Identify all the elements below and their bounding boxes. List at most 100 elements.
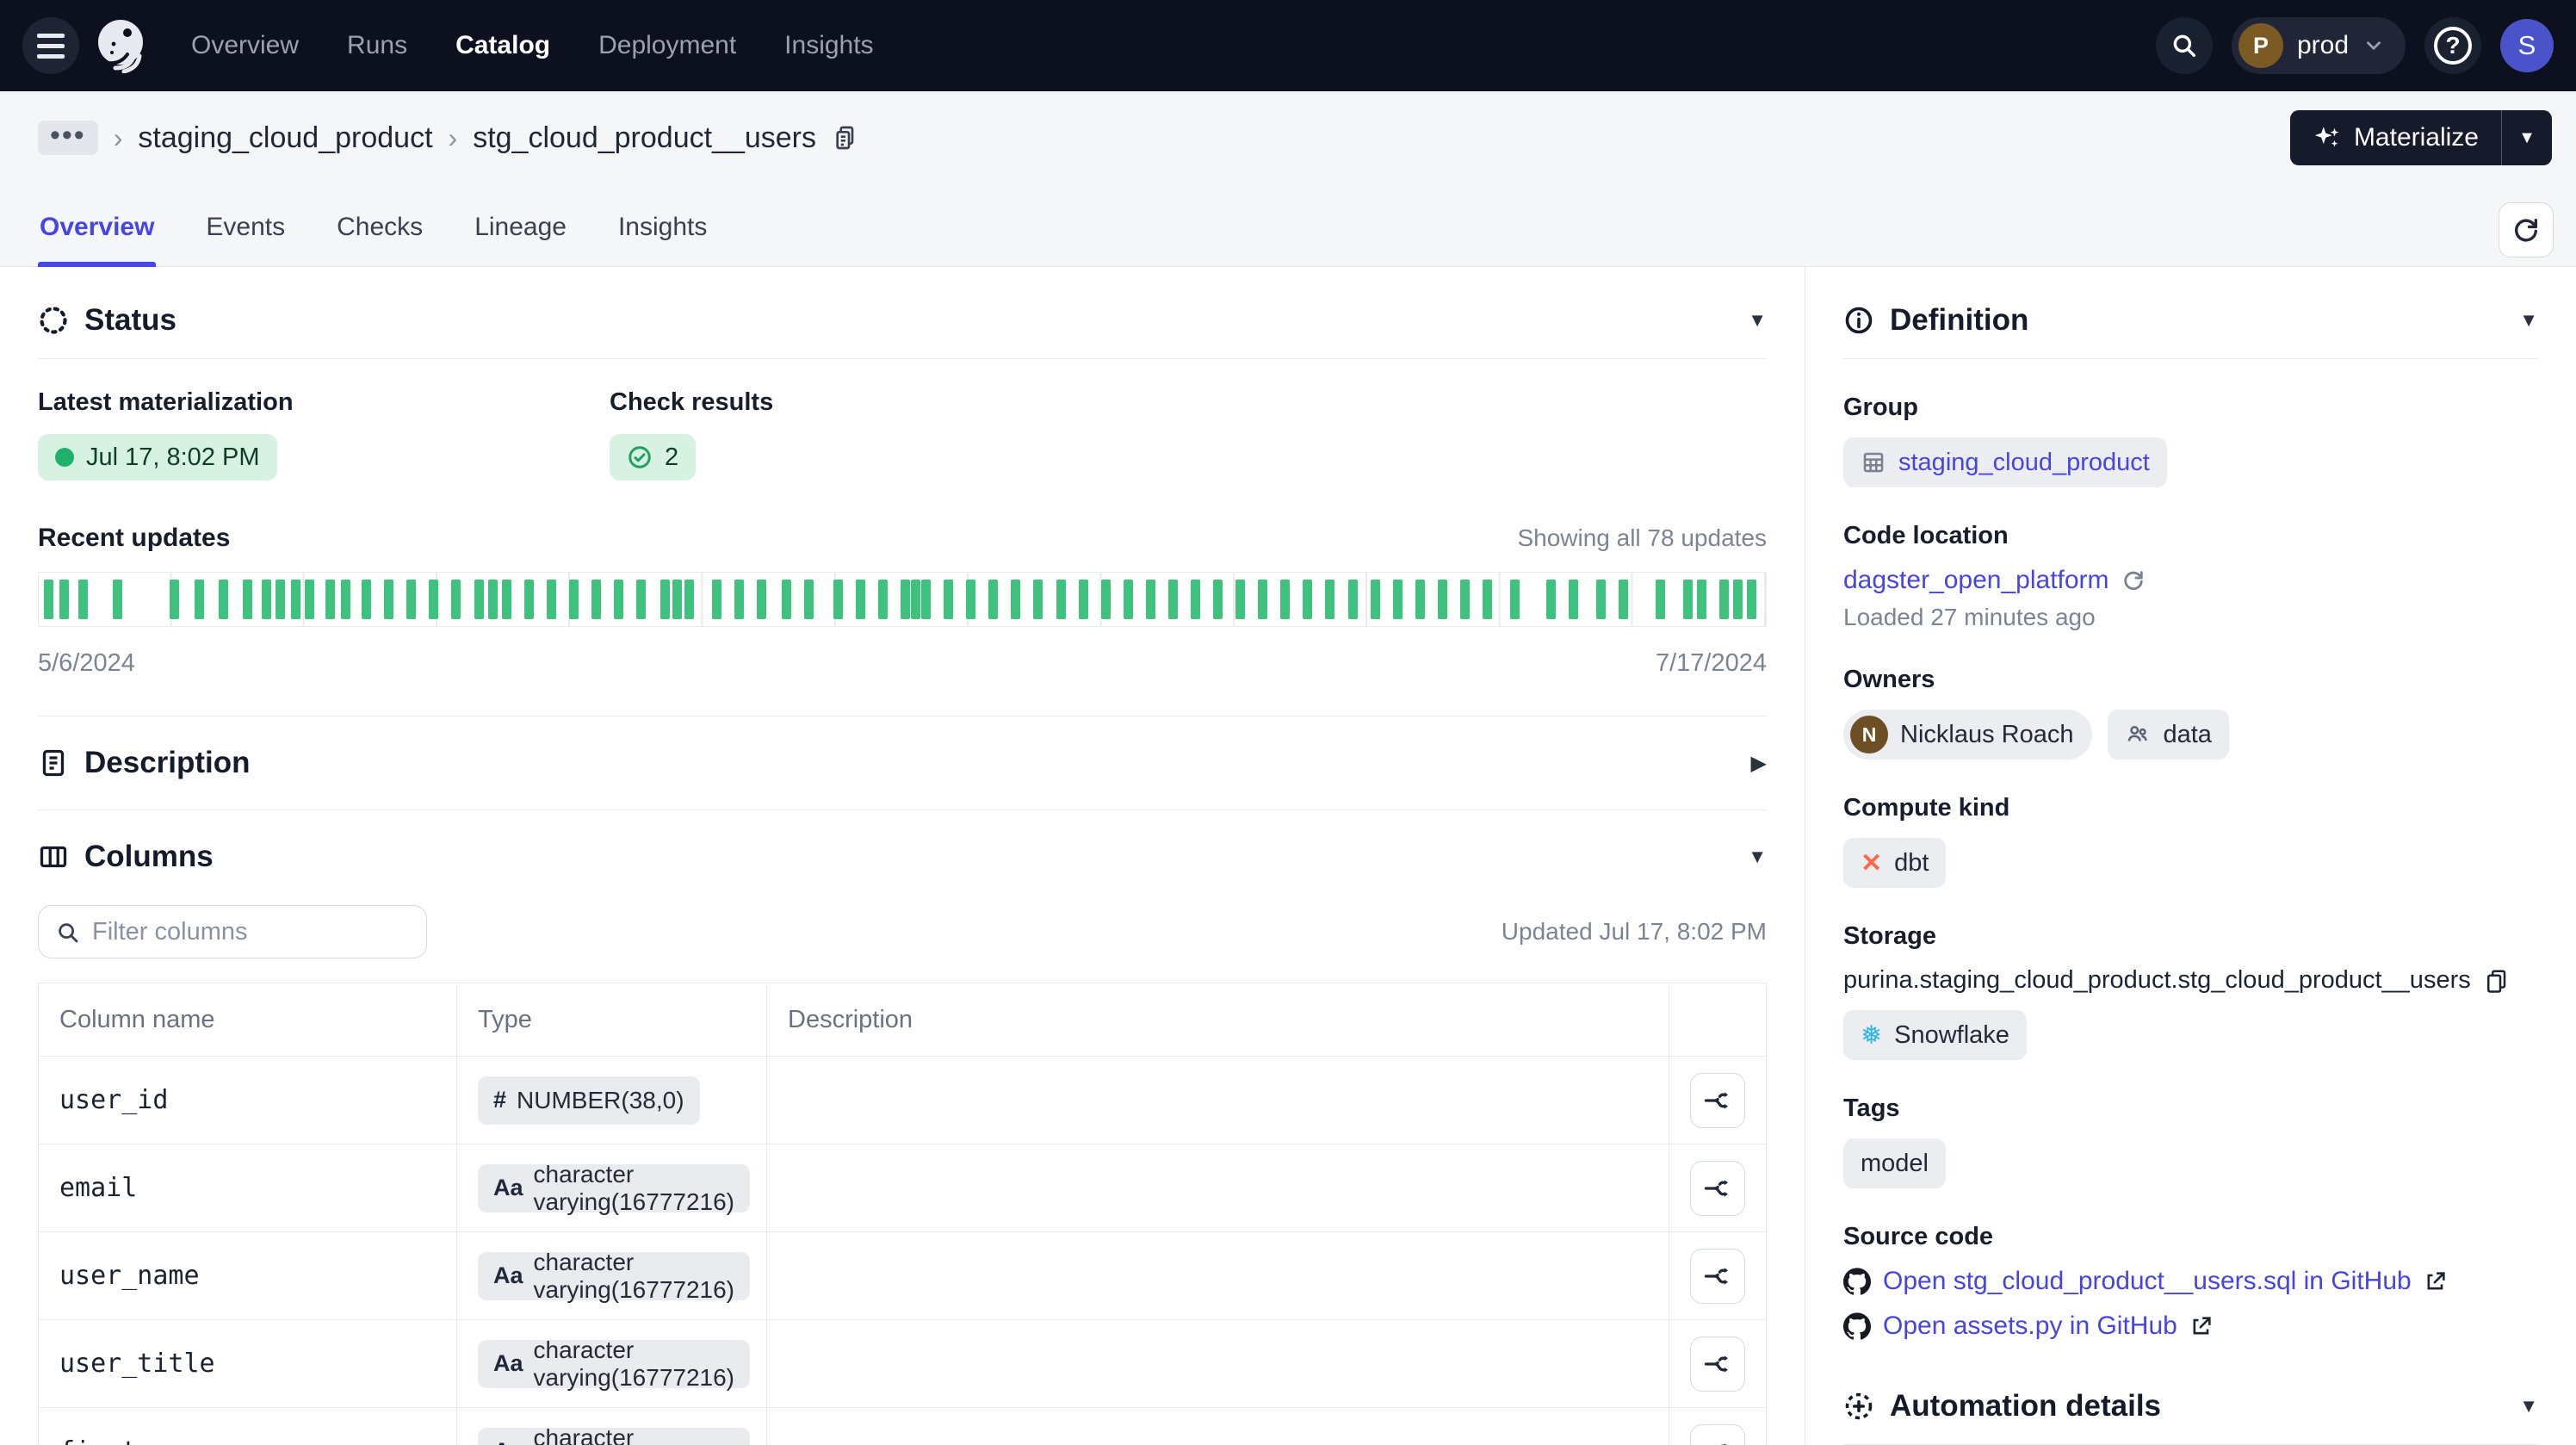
update-bar[interactable] — [262, 580, 271, 619]
nav-item-runs[interactable]: Runs — [347, 31, 407, 60]
owner-pill-user[interactable]: N Nicklaus Roach — [1843, 710, 2092, 760]
code-location-link[interactable]: dagster_open_platform — [1843, 566, 2109, 595]
update-bar[interactable] — [170, 580, 179, 619]
materialize-dropdown-button[interactable]: ▼ — [2502, 110, 2552, 165]
user-avatar[interactable]: S — [2500, 19, 2554, 72]
group-pill[interactable]: staging_cloud_product — [1843, 437, 2167, 487]
source-link-assets[interactable]: Open assets.py in GitHub — [1883, 1312, 2177, 1341]
update-bar[interactable] — [362, 580, 371, 619]
update-bar[interactable] — [524, 580, 534, 619]
check-results-pill[interactable]: 2 — [610, 434, 696, 481]
update-bar[interactable] — [804, 580, 814, 619]
update-bar[interactable] — [547, 580, 556, 619]
update-bar[interactable] — [1510, 580, 1520, 619]
latest-materialization-pill[interactable]: Jul 17, 8:02 PM — [38, 434, 277, 481]
column-lineage-button[interactable] — [1690, 1424, 1745, 1445]
column-lineage-button[interactable] — [1690, 1249, 1745, 1304]
update-bar[interactable] — [833, 580, 843, 619]
update-bar[interactable] — [1733, 580, 1743, 619]
update-bar[interactable] — [1325, 580, 1334, 619]
update-bar[interactable] — [1168, 580, 1178, 619]
nav-item-overview[interactable]: Overview — [191, 31, 299, 60]
deployment-switcher[interactable]: P prod — [2232, 17, 2406, 74]
update-bar[interactable] — [1719, 580, 1729, 619]
update-bar[interactable] — [78, 580, 88, 619]
search-icon[interactable] — [2156, 17, 2213, 74]
materialize-button[interactable]: Materialize ▼ — [2290, 110, 2552, 165]
update-bar[interactable] — [1258, 580, 1267, 619]
update-bar[interactable] — [856, 580, 865, 619]
update-bar[interactable] — [1683, 580, 1693, 619]
update-bar[interactable] — [988, 580, 998, 619]
update-bar[interactable] — [1619, 580, 1628, 619]
update-bar[interactable] — [325, 580, 335, 619]
update-bar[interactable] — [1033, 580, 1043, 619]
filter-columns-input[interactable] — [38, 905, 427, 958]
help-icon[interactable]: ? — [2424, 17, 2481, 74]
compute-kind-pill[interactable]: ✕ dbt — [1843, 838, 1946, 888]
description-expand-icon[interactable]: ▶ — [1751, 751, 1767, 776]
update-bar[interactable] — [1348, 580, 1358, 619]
update-bar[interactable] — [944, 580, 953, 619]
copy-icon[interactable] — [2483, 968, 2509, 994]
storage-platform-pill[interactable]: ❅ Snowflake — [1843, 1010, 2027, 1060]
tab-events[interactable]: Events — [204, 213, 287, 266]
update-bar[interactable] — [1371, 580, 1380, 619]
update-bar[interactable] — [384, 580, 393, 619]
update-bar[interactable] — [474, 580, 484, 619]
update-bar[interactable] — [1011, 580, 1020, 619]
update-bar[interactable] — [1747, 580, 1756, 619]
update-bar[interactable] — [1280, 580, 1290, 619]
column-lineage-button[interactable] — [1690, 1073, 1745, 1128]
definition-collapse-icon[interactable]: ▼ — [2519, 309, 2538, 332]
update-bar[interactable] — [660, 580, 670, 619]
dagster-logo-icon[interactable] — [95, 18, 150, 73]
refresh-button[interactable] — [2499, 202, 2554, 257]
update-bar[interactable] — [1146, 580, 1155, 619]
update-bar[interactable] — [878, 580, 888, 619]
update-bar[interactable] — [1596, 580, 1606, 619]
reload-icon[interactable] — [2121, 568, 2146, 592]
breadcrumb-parent[interactable]: staging_cloud_product — [138, 121, 432, 155]
update-bar[interactable] — [1056, 580, 1066, 619]
source-link-sql[interactable]: Open stg_cloud_product__users.sql in Git… — [1883, 1267, 2412, 1296]
update-bar[interactable] — [1569, 580, 1578, 619]
update-bar[interactable] — [59, 580, 69, 619]
update-bar[interactable] — [901, 580, 910, 619]
update-bar[interactable] — [1191, 580, 1200, 619]
update-bar[interactable] — [291, 580, 300, 619]
breadcrumb-ellipsis-button[interactable]: ••• — [38, 121, 98, 155]
nav-item-insights[interactable]: Insights — [784, 31, 873, 60]
update-bar[interactable] — [488, 580, 498, 619]
update-bar[interactable] — [243, 580, 252, 619]
owner-pill-team[interactable]: data — [2108, 710, 2228, 760]
update-bar[interactable] — [1697, 580, 1706, 619]
update-bar[interactable] — [712, 580, 721, 619]
update-bar[interactable] — [966, 580, 975, 619]
update-bar[interactable] — [451, 580, 461, 619]
update-bar[interactable] — [1213, 580, 1223, 619]
update-bar[interactable] — [757, 580, 766, 619]
menu-icon[interactable] — [22, 17, 79, 74]
update-bar[interactable] — [1393, 580, 1403, 619]
update-bar[interactable] — [672, 580, 682, 619]
update-bar[interactable] — [1438, 580, 1447, 619]
update-bar[interactable] — [734, 580, 744, 619]
update-bar[interactable] — [921, 580, 931, 619]
update-bar[interactable] — [636, 580, 646, 619]
update-bar[interactable] — [684, 580, 694, 619]
nav-item-catalog[interactable]: Catalog — [455, 31, 550, 60]
columns-collapse-icon[interactable]: ▼ — [1748, 846, 1767, 868]
update-bar[interactable] — [1235, 580, 1245, 619]
update-bar[interactable] — [1079, 580, 1088, 619]
column-lineage-button[interactable] — [1690, 1161, 1745, 1216]
update-bar[interactable] — [1460, 580, 1470, 619]
column-lineage-button[interactable] — [1690, 1336, 1745, 1392]
tab-overview[interactable]: Overview — [38, 213, 156, 266]
update-bar[interactable] — [219, 580, 228, 619]
update-bar[interactable] — [341, 580, 350, 619]
update-bar[interactable] — [591, 580, 601, 619]
tab-lineage[interactable]: Lineage — [473, 213, 568, 266]
update-bar[interactable] — [782, 580, 791, 619]
update-bar[interactable] — [305, 580, 314, 619]
